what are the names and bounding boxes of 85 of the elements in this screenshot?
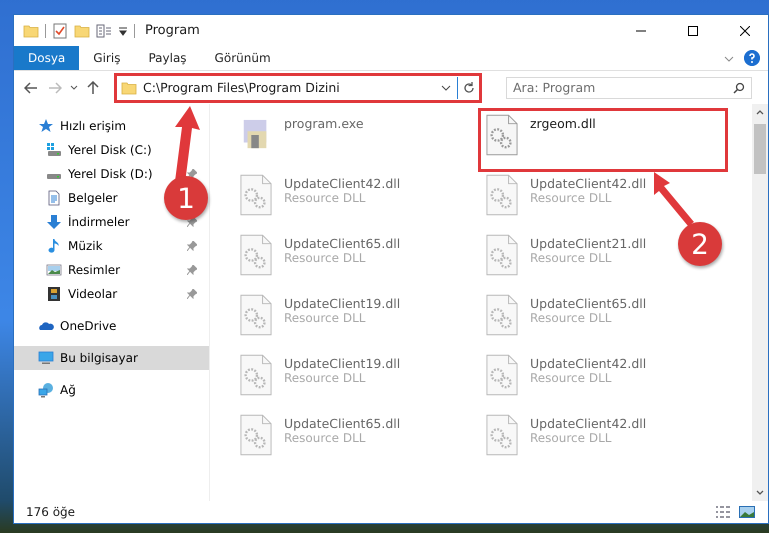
sidebar-item[interactable]: Resimler xyxy=(14,258,209,282)
computer-icon xyxy=(38,350,54,366)
search-field[interactable]: Ara: Program xyxy=(506,76,752,98)
folder-icon xyxy=(121,80,137,96)
film-icon xyxy=(46,286,62,302)
ribbon-tab[interactable]: Paylaş xyxy=(134,46,201,70)
file-type: Resource DLL xyxy=(284,371,366,385)
maximize-icon xyxy=(688,26,698,36)
forward-arrow-icon xyxy=(48,82,62,94)
file-name[interactable]: UpdateClient42.dll xyxy=(530,416,646,431)
scrollbar-thumb[interactable] xyxy=(754,124,766,174)
refresh-icon xyxy=(462,82,474,94)
scrollbar[interactable] xyxy=(752,104,768,501)
thumbnail-view-button[interactable] xyxy=(738,504,756,520)
item-count: 176 öğe xyxy=(26,505,76,519)
ribbon-tab[interactable]: Dosya xyxy=(14,46,80,70)
file-name[interactable]: zrgeom.dll xyxy=(530,116,596,131)
settings-file-icon xyxy=(240,174,272,216)
settings-file-icon xyxy=(240,414,272,456)
file-type: Resource DLL xyxy=(284,311,366,325)
sidebar-item[interactable]: Bu bilgisayar xyxy=(14,346,209,370)
network-icon xyxy=(38,382,54,398)
file-name[interactable]: UpdateClient65.dll xyxy=(530,296,646,311)
thumbnail-icon xyxy=(739,505,755,519)
back-arrow-icon xyxy=(24,82,38,94)
close-icon xyxy=(740,26,750,36)
checkmark-icon[interactable] xyxy=(52,22,68,38)
file-name[interactable]: UpdateClient42.dll xyxy=(530,176,646,191)
pictures-icon xyxy=(46,262,62,278)
file-type: Resource DLL xyxy=(530,251,612,265)
settings-file-icon xyxy=(486,414,518,456)
new-folder-icon xyxy=(74,22,90,38)
settings-file-icon xyxy=(240,294,272,336)
star-icon xyxy=(38,118,54,134)
download-icon xyxy=(46,214,62,230)
up-arrow-icon xyxy=(87,80,99,94)
search-icon xyxy=(733,82,745,94)
ribbon-tab[interactable]: Görünüm xyxy=(200,46,285,70)
file-type: Resource DLL xyxy=(284,191,366,205)
sidebar-item[interactable]: Ağ xyxy=(14,378,209,402)
settings-file-icon xyxy=(486,354,518,396)
file-name[interactable]: UpdateClient65.dll xyxy=(284,236,400,251)
dropdown-icon[interactable] xyxy=(118,26,128,36)
file-name[interactable]: UpdateClient21.dll xyxy=(530,236,646,251)
file-type: Resource DLL xyxy=(284,251,366,265)
sidebar-item[interactable]: Videolar xyxy=(14,282,209,306)
folder-icon xyxy=(23,22,39,38)
sidebar-item[interactable]: Müzik xyxy=(14,234,209,258)
file-type: Resource DLL xyxy=(530,191,612,205)
file-type: Resource DLL xyxy=(284,431,366,445)
file-name[interactable]: UpdateClient42.dll xyxy=(284,176,400,191)
settings-file-icon xyxy=(486,174,518,216)
minimize-icon xyxy=(636,30,646,32)
help-icon[interactable] xyxy=(744,50,760,66)
drive-icon xyxy=(46,142,62,158)
details-view-button[interactable] xyxy=(714,504,732,520)
settings-file-icon xyxy=(486,294,518,336)
settings-file-icon xyxy=(486,114,518,156)
file-name[interactable]: UpdateClient19.dll xyxy=(284,356,400,371)
details-list-icon xyxy=(715,505,731,519)
ribbon-tab[interactable]: Giriş xyxy=(79,46,134,70)
settings-file-icon xyxy=(486,234,518,276)
window-title: Program xyxy=(145,23,200,38)
file-type: Resource DLL xyxy=(530,311,612,325)
chevron-down-icon xyxy=(756,490,764,496)
sidebar-item[interactable]: Hızlı erişim xyxy=(14,114,209,138)
properties-icon[interactable] xyxy=(96,22,112,38)
drive-icon xyxy=(46,173,62,180)
file-name[interactable]: UpdateClient65.dll xyxy=(284,416,400,431)
address-bar[interactable]: C:\Program Files\Program Dizini xyxy=(114,72,482,102)
chevron-up-icon xyxy=(756,109,764,115)
expand-ribbon-icon[interactable] xyxy=(724,54,734,64)
file-name[interactable]: UpdateClient42.dll xyxy=(530,356,646,371)
arrow xyxy=(654,172,694,226)
settings-file-icon xyxy=(240,234,272,276)
sidebar-item[interactable]: Yerel Disk (C:) xyxy=(14,138,209,162)
file-name[interactable]: program.exe xyxy=(284,116,364,131)
sidebar-item[interactable]: OneDrive xyxy=(14,314,209,338)
chevron-down-icon xyxy=(70,84,78,90)
document-icon xyxy=(46,190,62,206)
file-name[interactable]: UpdateClient19.dll xyxy=(284,296,400,311)
file-type: Resource DLL xyxy=(530,431,612,445)
dropdown-icon[interactable] xyxy=(441,84,451,92)
settings-file-icon xyxy=(240,354,272,396)
file-type: Resource DLL xyxy=(530,371,612,385)
